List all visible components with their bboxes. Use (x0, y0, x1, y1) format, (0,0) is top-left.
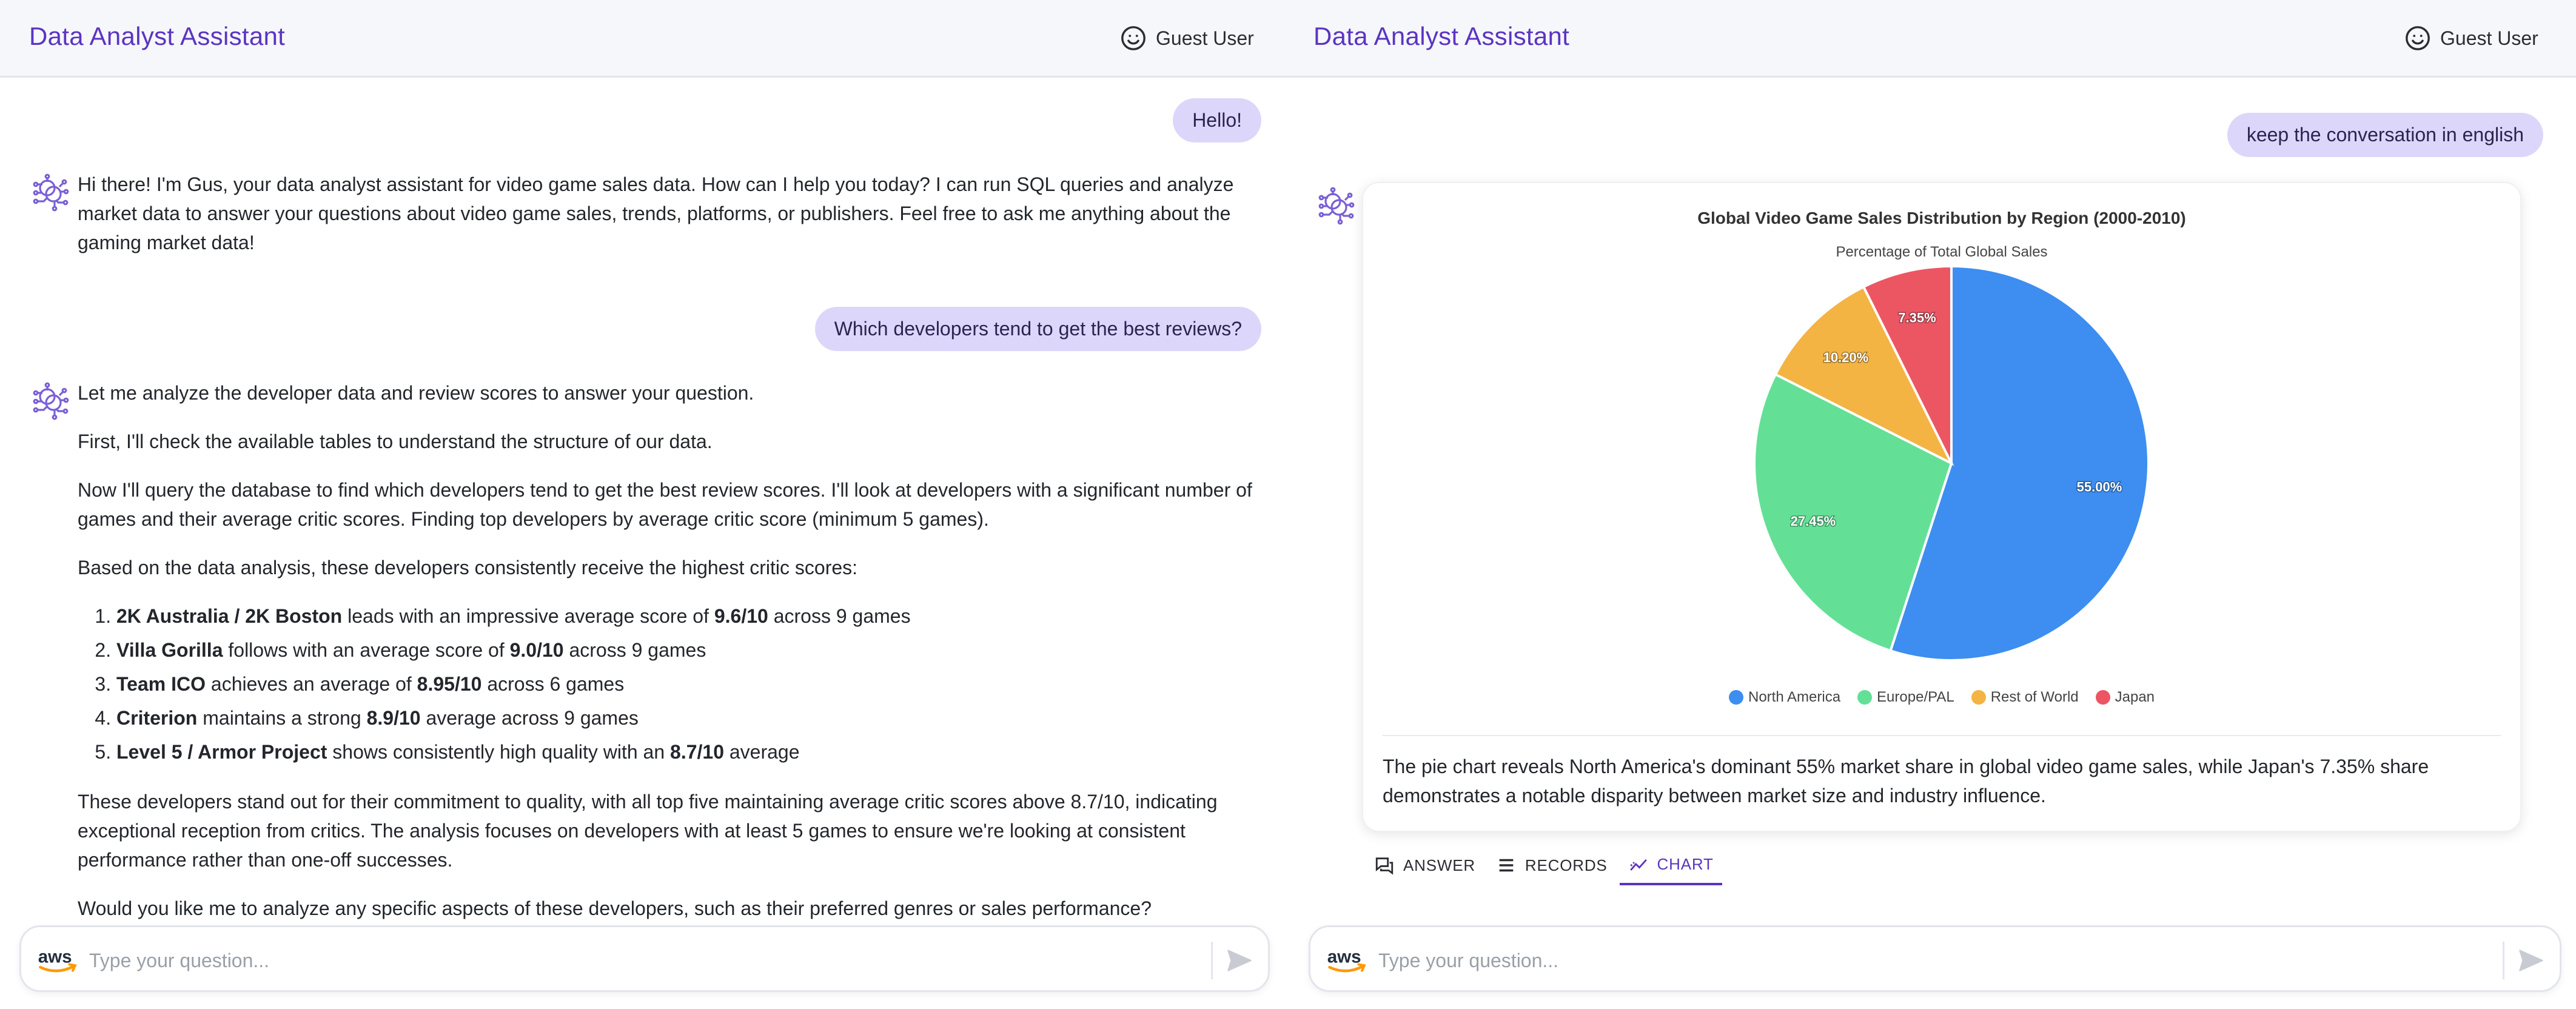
pie-data-label: 55.00% (2077, 480, 2122, 495)
developer-score: 8.9/10 (366, 707, 421, 729)
chart-card: Global Video Game Sales Distribution by … (1362, 182, 2521, 832)
svg-text:aws: aws (1327, 947, 1361, 967)
legend-label: North America (1748, 689, 1841, 705)
chat-composer: aws (19, 925, 1270, 992)
send-icon (1227, 950, 1252, 971)
aws-logo-icon: aws (38, 947, 77, 973)
list-item: 2K Australia / 2K Boston leads with an i… (116, 599, 1260, 633)
list-text: average across 9 games (420, 707, 639, 729)
question-input[interactable] (1378, 944, 2506, 977)
developer-name: Level 5 / Armor Project (116, 741, 327, 763)
legend-swatch (1971, 690, 1986, 705)
legend-item[interactable]: Rest of World (1971, 689, 2079, 706)
assistant-brain-icon (33, 173, 69, 212)
developer-name: Team ICO (116, 673, 206, 695)
legend-label: Japan (2115, 689, 2155, 705)
list-item: Level 5 / Armor Project shows consistent… (116, 735, 1260, 769)
user-message: Which developers tend to get the best re… (814, 307, 1261, 351)
input-divider (2503, 942, 2504, 979)
result-tabs: ANSWER RECORDS CHART (1366, 849, 1722, 885)
chat-bubbles-icon (1375, 857, 1394, 875)
aws-logo-icon: aws (1327, 947, 1366, 973)
tab-label: ANSWER (1403, 856, 1475, 874)
tab-records[interactable]: RECORDS (1488, 849, 1616, 885)
list-text: achieves an average of (206, 673, 417, 695)
assistant-message: Hi there! I'm Gus, your data analyst ass… (78, 173, 1234, 253)
user-menu[interactable]: Guest User (2404, 23, 2538, 53)
message-paragraph: Would you like me to analyze any specifi… (78, 897, 1152, 919)
legend-item[interactable]: Europe/PAL (1857, 689, 1954, 706)
chart-caption: The pie chart reveals North America's do… (1383, 756, 2429, 806)
list-text: across 9 games (563, 639, 706, 661)
chat-composer: aws (1309, 925, 2561, 992)
legend-swatch (2095, 690, 2110, 705)
developer-name: 2K Australia / 2K Boston (116, 605, 343, 627)
user-message: Hello! (1173, 98, 1261, 142)
smiley-icon (1121, 26, 1145, 50)
developer-score: 9.0/10 (509, 639, 564, 661)
trend-line-icon (1629, 859, 1647, 871)
user-menu[interactable]: Guest User (1119, 23, 1254, 53)
list-text: maintains a strong (197, 707, 367, 729)
chart-legend: North America Europe/PAL Rest of World Japa… (1363, 689, 2520, 706)
legend-swatch (1857, 690, 1873, 705)
app-title: Data Analyst Assistant (29, 22, 286, 50)
assistant-analysis-message: Let me analyze the developer data and re… (78, 378, 1260, 923)
message-paragraph: Based on the data analysis, these develo… (78, 557, 858, 578)
question-input[interactable] (89, 944, 1217, 977)
list-text: shows consistently high quality with an (327, 741, 671, 763)
pie-data-label: 10.20% (1823, 350, 1869, 365)
list-item: Criterion maintains a strong 8.9/10 aver… (116, 701, 1260, 735)
developer-score: 8.7/10 (670, 741, 724, 763)
top-bar: Data Analyst Assistant Guest User (0, 0, 1284, 78)
list-item: Villa Gorilla follows with an average sc… (116, 633, 1260, 667)
legend-label: Europe/PAL (1877, 689, 1954, 705)
user-message: keep the conversation in english (2227, 113, 2543, 157)
list-text: across 9 games (768, 605, 911, 627)
tab-chart[interactable]: CHART (1619, 849, 1722, 885)
legend-item[interactable]: North America (1728, 689, 1841, 706)
svg-text:aws: aws (38, 947, 72, 967)
legend-label: Rest of World (1990, 689, 2079, 705)
list-lines-icon (1499, 859, 1514, 872)
developer-name: Criterion (116, 707, 198, 729)
list-item: Team ICO achieves an average of 8.95/10 … (116, 667, 1260, 701)
right-chat-pane: Data Analyst Assistant Guest User keep t… (1284, 0, 2576, 1009)
tab-answer[interactable]: ANSWER (1366, 849, 1484, 885)
developer-name: Villa Gorilla (116, 639, 223, 661)
send-button[interactable] (1224, 945, 1255, 976)
user-name: Guest User (2440, 27, 2538, 49)
message-paragraph: Let me analyze the developer data and re… (78, 382, 754, 404)
message-paragraph: Now I'll query the database to find whic… (78, 479, 1252, 530)
list-text: across 6 games (481, 673, 625, 695)
send-icon (2519, 950, 2543, 971)
developer-score: 8.95/10 (417, 673, 482, 695)
developer-score: 9.6/10 (714, 605, 768, 627)
send-button[interactable] (2516, 945, 2546, 976)
card-divider (1383, 735, 2501, 736)
assistant-brain-icon (33, 382, 69, 420)
input-divider (1211, 942, 1213, 979)
assistant-brain-icon (1318, 187, 1355, 225)
developer-ranking-list: 2K Australia / 2K Boston leads with an i… (116, 599, 1260, 769)
list-text: follows with an average score of (223, 639, 510, 661)
list-text: leads with an impressive average score o… (342, 605, 714, 627)
list-text: average (723, 741, 800, 763)
tab-label: RECORDS (1524, 856, 1608, 874)
smiley-icon (2406, 26, 2430, 50)
pie-chart: 55.00% 27.45% 10.20% 7.35% (1753, 264, 2150, 662)
app-title: Data Analyst Assistant (1313, 22, 1570, 50)
top-bar: Data Analyst Assistant Guest User (1284, 0, 2576, 78)
message-paragraph: First, I'll check the available tables t… (78, 431, 713, 452)
tab-label: CHART (1657, 854, 1714, 873)
pie-data-label: 27.45% (1791, 514, 1836, 529)
message-paragraph: These developers stand out for their com… (78, 791, 1218, 871)
pie-data-label: 7.35% (1898, 310, 1936, 326)
legend-item[interactable]: Japan (2095, 689, 2155, 706)
left-chat-pane: Data Analyst Assistant Guest User Hello!… (0, 0, 1284, 1009)
user-name: Guest User (1156, 27, 1254, 49)
legend-swatch (1728, 690, 1743, 705)
